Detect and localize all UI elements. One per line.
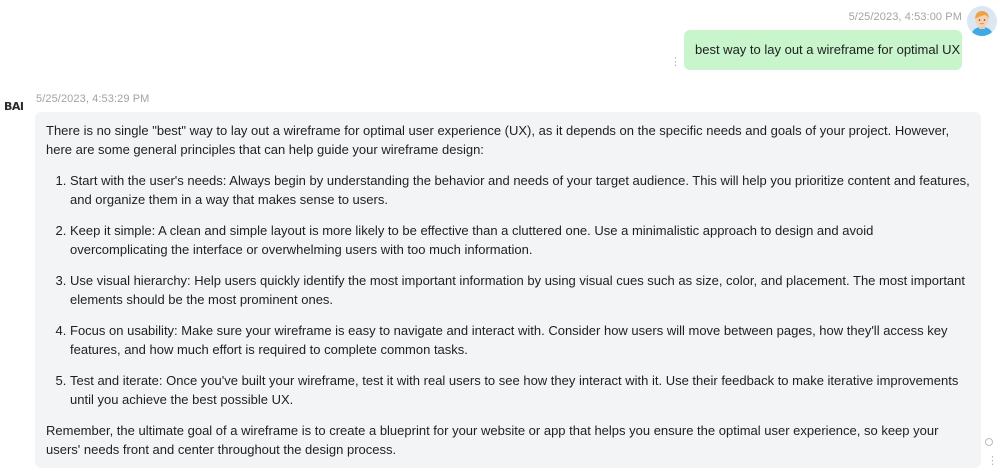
vertical-ellipsis-icon[interactable]: ⋮ <box>987 456 998 467</box>
svg-text:BAI: BAI <box>4 100 24 112</box>
list-item: Focus on usability: Make sure your wiref… <box>70 321 970 359</box>
vertical-ellipsis-icon[interactable]: ⋮ <box>670 57 681 68</box>
bot-message-timestamp: 5/25/2023, 4:53:29 PM <box>36 93 150 105</box>
user-message-bubble: best way to lay out a wireframe for opti… <box>684 30 962 70</box>
list-item: Test and iterate: Once you've built your… <box>70 371 970 409</box>
bot-message-intro: There is no single "best" way to lay out… <box>46 123 950 157</box>
user-avatar-icon <box>967 6 997 36</box>
list-item: Use visual hierarchy: Help users quickly… <box>70 271 970 309</box>
status-circle-icon <box>985 438 993 446</box>
user-message-text: best way to lay out a wireframe for opti… <box>695 42 961 57</box>
principles-list: Start with the user's needs: Always begi… <box>46 171 970 409</box>
bot-message-closing: Remember, the ultimate goal of a wirefra… <box>46 423 939 457</box>
bot-message-bubble: There is no single "best" way to lay out… <box>35 112 981 468</box>
list-item: Keep it simple: A clean and simple layou… <box>70 221 970 259</box>
user-message-timestamp: 5/25/2023, 4:53:00 PM <box>848 11 962 23</box>
bot-logo-icon: BAI <box>4 99 28 113</box>
list-item: Start with the user's needs: Always begi… <box>70 171 970 209</box>
